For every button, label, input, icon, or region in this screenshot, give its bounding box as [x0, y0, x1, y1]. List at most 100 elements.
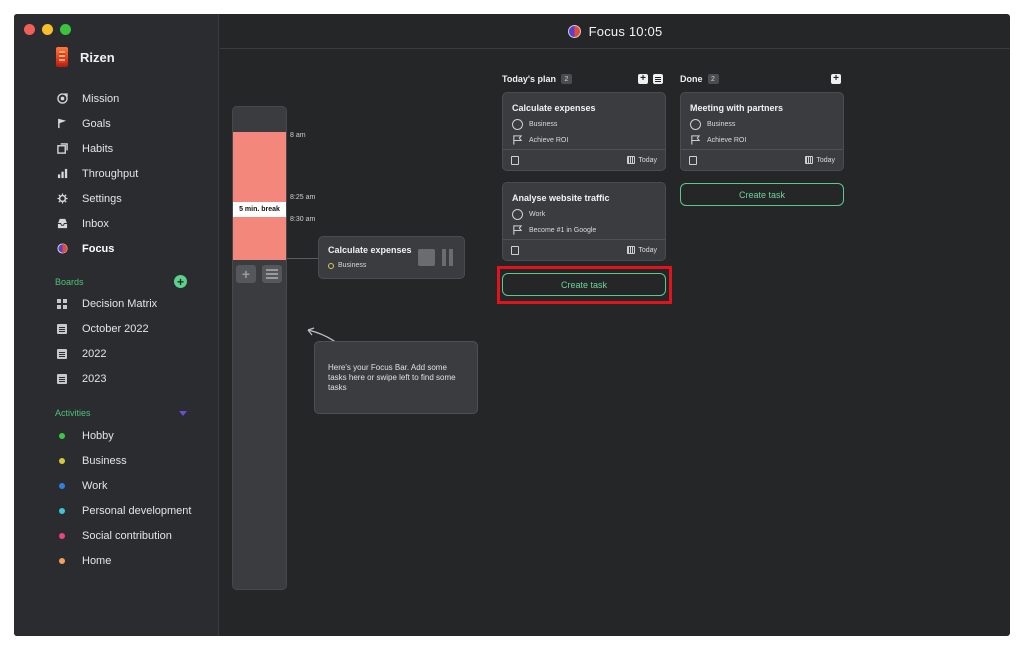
notes-icon[interactable] [689, 156, 697, 165]
task-card[interactable]: Analyse website traffic Work Become #1 i… [502, 182, 666, 261]
column-header-todays-plan: Today's plan 2 [502, 74, 572, 84]
board-label: October 2022 [82, 322, 149, 335]
card-divider [681, 149, 843, 150]
column-menu-button[interactable] [653, 74, 663, 84]
task-card[interactable]: Meeting with partners Business Achieve R… [680, 92, 844, 171]
sidebar-item-goals[interactable]: Goals [56, 111, 206, 136]
task-date[interactable]: Today [627, 246, 657, 254]
activities-title: Activities [55, 408, 91, 418]
sidebar-board-decision-matrix[interactable]: Decision Matrix [56, 291, 206, 316]
chevron-down-icon[interactable] [179, 410, 187, 416]
create-task-button[interactable]: Create task [680, 183, 844, 206]
focus-bar[interactable]: 5 min. break + [232, 106, 287, 590]
activity-dot-icon [56, 530, 68, 542]
focus-task-title: Calculate expenses [328, 245, 412, 255]
notes-icon[interactable] [511, 156, 519, 165]
break-label: 5 min. break [233, 202, 286, 217]
task-date-label: Today [638, 246, 657, 254]
sidebar-item-label: Settings [82, 192, 122, 205]
menu-icon [266, 269, 278, 279]
plus-icon: + [640, 73, 646, 84]
column-title: Done [680, 74, 703, 84]
flag-icon [691, 135, 701, 145]
time-label: 8:25 am [290, 194, 316, 201]
activity-item-personal-development[interactable]: Personal development [56, 498, 206, 523]
window-controls [24, 24, 71, 35]
minimize-window-button[interactable] [42, 24, 53, 35]
main-nav: Mission Goals Habits Throughput Settings… [56, 86, 206, 261]
sidebar: Rizen Mission Goals Habits Throughput Se… [14, 14, 219, 636]
pause-button[interactable] [442, 249, 453, 266]
column-count-badge: 2 [560, 74, 572, 84]
activity-dot-icon [56, 430, 68, 442]
activity-pulse-icon [512, 119, 523, 130]
maximize-window-button[interactable] [60, 24, 71, 35]
focus-icon [56, 243, 68, 255]
bar-chart-icon [56, 168, 68, 180]
close-window-button[interactable] [24, 24, 35, 35]
task-date-label: Today [816, 156, 835, 164]
stop-button[interactable] [418, 249, 435, 266]
add-task-button[interactable]: + [831, 74, 841, 84]
activity-pulse-icon [512, 209, 523, 220]
activity-item-work[interactable]: Work [56, 473, 206, 498]
sidebar-item-label: Mission [82, 92, 120, 105]
sidebar-item-focus[interactable]: Focus [56, 236, 206, 261]
sidebar-item-habits[interactable]: Habits [56, 136, 206, 161]
activity-label: Work [82, 479, 108, 492]
task-date[interactable]: Today [805, 156, 835, 164]
focus-block[interactable] [233, 132, 286, 202]
add-to-focus-button[interactable]: + [236, 265, 256, 283]
sidebar-item-throughput[interactable]: Throughput [56, 161, 206, 186]
board-label: 2023 [82, 372, 107, 385]
plus-icon: + [241, 266, 251, 282]
time-label: 8 am [290, 132, 306, 139]
sidebar-item-inbox[interactable]: Inbox [56, 211, 206, 236]
task-goal-label: Achieve ROI [707, 136, 747, 144]
task-card[interactable]: Calculate expenses Business Achieve ROI … [502, 92, 666, 171]
sidebar-board-october-2022[interactable]: October 2022 [56, 316, 206, 341]
sidebar-item-label: Inbox [82, 217, 109, 230]
task-goal-label: Become #1 in Google [529, 226, 597, 234]
task-activity: Business [512, 119, 557, 130]
boards-list: Decision Matrix October 2022 2022 2023 [56, 291, 206, 391]
card-divider [503, 149, 665, 150]
activity-dot-icon [56, 455, 68, 467]
task-title: Analyse website traffic [512, 193, 610, 203]
brand: Rizen [56, 47, 115, 67]
add-board-button[interactable]: + [174, 275, 187, 288]
document-icon [56, 323, 68, 335]
activity-item-social-contribution[interactable]: Social contribution [56, 523, 206, 548]
task-activity: Work [512, 209, 545, 220]
add-task-button[interactable]: + [638, 74, 648, 84]
gear-icon [56, 193, 68, 205]
activity-item-hobby[interactable]: Hobby [56, 423, 206, 448]
activity-dot-icon [56, 480, 68, 492]
activity-item-home[interactable]: Home [56, 548, 206, 573]
calendar-icon [627, 246, 636, 254]
focus-bar-actions: + [236, 265, 282, 283]
flag-icon [513, 225, 523, 235]
sidebar-board-2022[interactable]: 2022 [56, 341, 206, 366]
task-goal: Achieve ROI [690, 134, 746, 146]
column-count-badge: 2 [707, 74, 719, 84]
sidebar-item-settings[interactable]: Settings [56, 186, 206, 211]
activity-label: Hobby [82, 429, 114, 442]
notes-icon[interactable] [511, 246, 519, 255]
activity-item-business[interactable]: Business [56, 448, 206, 473]
activity-dot-icon [56, 505, 68, 517]
focus-bar-tooltip: Here's your Focus Bar. Add some tasks he… [314, 341, 478, 414]
task-date[interactable]: Today [627, 156, 657, 164]
focus-task-card[interactable]: Calculate expenses Business [318, 236, 465, 279]
focus-menu-button[interactable] [262, 265, 282, 283]
target-icon [56, 93, 68, 105]
sidebar-item-label: Goals [82, 117, 111, 130]
sidebar-item-mission[interactable]: Mission [56, 86, 206, 111]
grid-icon [56, 298, 68, 310]
sidebar-board-2023[interactable]: 2023 [56, 366, 206, 391]
focus-block[interactable] [233, 217, 286, 260]
activity-dot-icon [56, 555, 68, 567]
activities-section-header: Activities [55, 408, 187, 418]
board-label: 2022 [82, 347, 107, 360]
habits-icon [56, 143, 68, 155]
